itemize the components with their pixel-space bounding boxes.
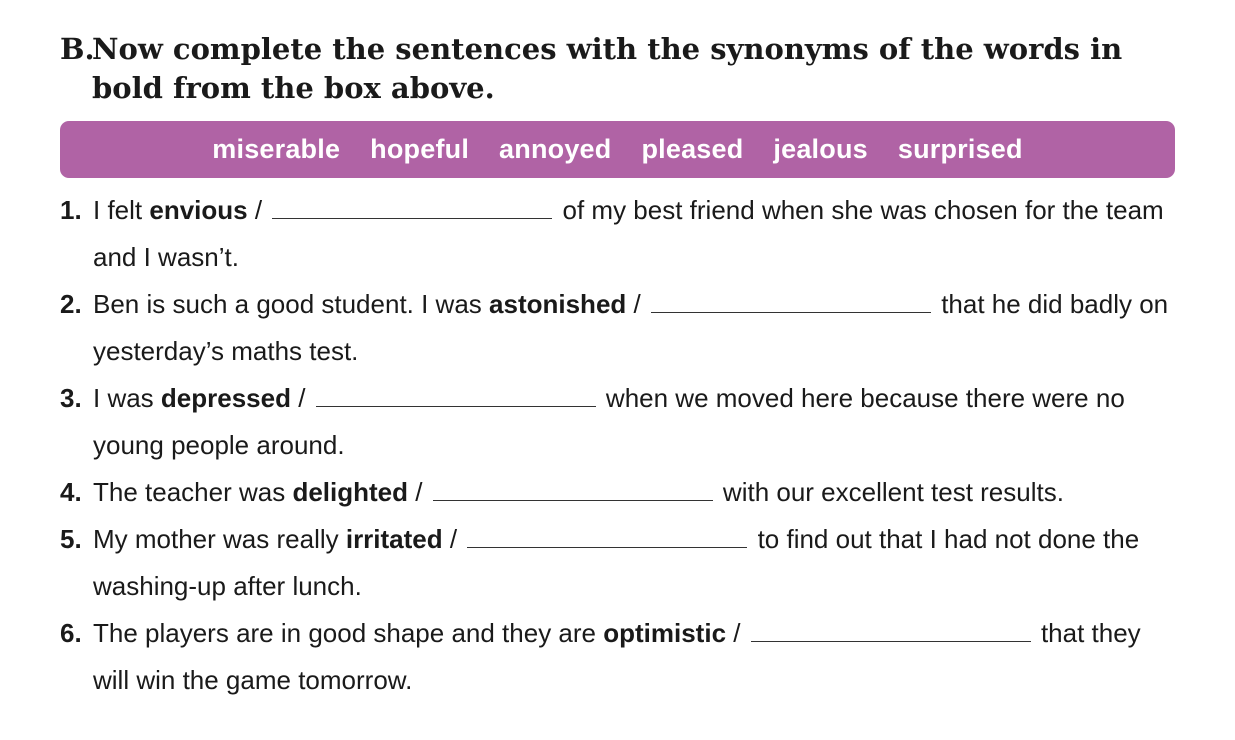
answer-blank[interactable] <box>272 198 553 219</box>
item-number: 5. <box>60 524 82 554</box>
item-number: 2. <box>60 289 82 319</box>
sentence-item: 2. Ben is such a good student. I was asto… <box>60 281 1180 375</box>
slash: / <box>442 524 458 554</box>
bold-word: optimistic <box>603 618 727 648</box>
sentence-text: My mother was really <box>93 524 346 554</box>
word-box: miserable hopeful annoyed pleased jealou… <box>60 121 1175 178</box>
slash: / <box>408 477 423 507</box>
slash: / <box>726 618 741 648</box>
item-number: 1. <box>60 195 82 225</box>
exercise-instruction: Now complete the sentences with the syno… <box>92 32 1123 105</box>
bold-word: astonished <box>489 289 627 319</box>
exercise-letter: B. <box>60 32 95 66</box>
sentence-item: 4. The teacher was delighted / with our e… <box>60 469 1180 516</box>
word-box-item: jealous <box>773 134 868 164</box>
answer-blank[interactable] <box>315 386 596 407</box>
bold-word: envious <box>149 195 248 225</box>
exercise-heading: B. Now complete the sentences with the s… <box>60 30 1180 108</box>
sentence-item: 6. The players are in good shape and they… <box>60 610 1180 704</box>
sentence-text: The teacher was <box>93 477 293 507</box>
slash: / <box>247 195 263 225</box>
answer-blank[interactable] <box>650 292 931 313</box>
word-box-item: hopeful <box>370 134 470 164</box>
answer-blank[interactable] <box>432 480 713 501</box>
sentence-text: Ben is such a good student. I was <box>93 289 490 319</box>
bold-word: depressed <box>160 383 291 413</box>
word-box-item: pleased <box>641 134 744 164</box>
answer-blank[interactable] <box>750 621 1031 642</box>
bold-word: irritated <box>345 524 443 554</box>
sentence-item: 1. I felt envious / of my best friend whe… <box>60 187 1180 281</box>
word-box-item: annoyed <box>499 134 612 164</box>
sentence-text: I was <box>93 383 161 413</box>
sentence-list: 1. I felt envious / of my best friend whe… <box>60 187 1180 704</box>
word-box-item: miserable <box>212 134 341 164</box>
sentence-item: 5. My mother was really irritated / to fi… <box>60 516 1180 610</box>
sentence-text: The players are in good shape and they a… <box>93 618 604 648</box>
word-box-item: surprised <box>897 134 1023 164</box>
sentence-text: with our excellent test results. <box>715 477 1064 507</box>
item-number: 3. <box>60 383 82 413</box>
sentence-text: I felt <box>93 195 150 225</box>
bold-word: delighted <box>292 477 408 507</box>
item-number: 6. <box>60 618 82 648</box>
answer-blank[interactable] <box>467 527 748 548</box>
item-number: 4. <box>60 477 82 507</box>
slash: / <box>291 383 306 413</box>
slash: / <box>626 289 641 319</box>
sentence-item: 3. I was depressed / when we moved here b… <box>60 375 1180 469</box>
